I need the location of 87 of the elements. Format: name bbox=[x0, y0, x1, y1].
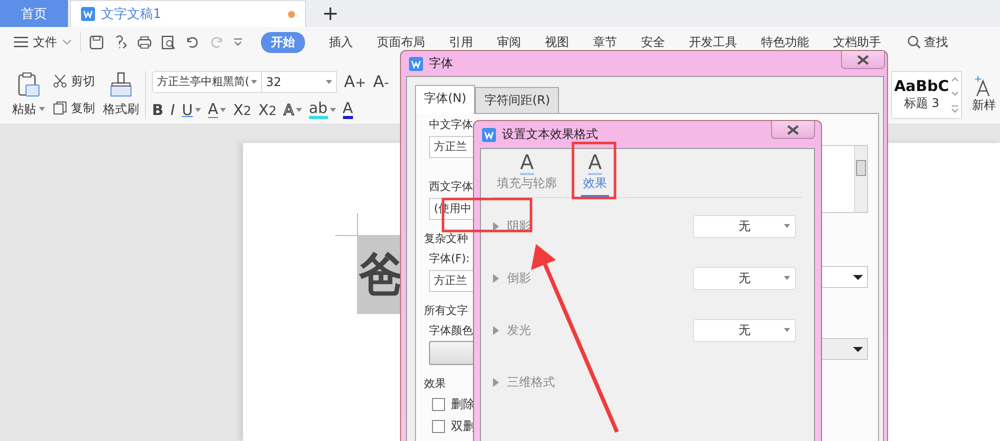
ribbon-tab[interactable]: 审阅 bbox=[497, 32, 521, 52]
copy-button[interactable]: 复制 bbox=[53, 100, 95, 116]
checkbox[interactable] bbox=[432, 398, 445, 411]
format-button[interactable]: A bbox=[342, 100, 353, 118]
close-button[interactable] bbox=[771, 121, 815, 139]
paste-button[interactable]: 粘贴 bbox=[12, 72, 45, 118]
caret-icon bbox=[39, 107, 45, 111]
preset-dropdown[interactable]: 无 bbox=[693, 318, 796, 342]
checkbox[interactable] bbox=[432, 420, 445, 433]
preset-dropdown[interactable]: 无 bbox=[693, 266, 796, 290]
writer-logo-icon bbox=[409, 56, 423, 70]
caret-icon bbox=[784, 224, 790, 228]
margin-corner-mark bbox=[335, 213, 358, 236]
ribbon-tab[interactable]: 安全 bbox=[641, 32, 665, 52]
close-icon bbox=[857, 54, 869, 64]
dropdown[interactable] bbox=[820, 266, 868, 288]
caret-icon bbox=[194, 108, 201, 112]
writer-logo-icon bbox=[81, 7, 95, 21]
close-icon bbox=[787, 124, 799, 134]
group-label: 所有文字 bbox=[424, 304, 468, 318]
caret-icon bbox=[784, 276, 790, 280]
ribbon-tab[interactable]: 文档助手 bbox=[833, 32, 881, 52]
expand-triangle-icon bbox=[493, 326, 499, 334]
caret-icon bbox=[296, 108, 302, 112]
field-label: 中文字体 bbox=[429, 118, 473, 132]
ribbon-tab[interactable]: 插入 bbox=[329, 32, 353, 52]
format-button[interactable]: I bbox=[170, 100, 175, 118]
caret-icon bbox=[784, 328, 790, 332]
dialog-title: 设置文本效果格式 bbox=[502, 126, 598, 143]
field-label: 字体颜色 bbox=[429, 324, 473, 338]
copy-icon bbox=[53, 101, 67, 115]
caret-icon bbox=[251, 80, 257, 84]
dialog-tab[interactable]: 字体(N) bbox=[415, 85, 476, 114]
expand-triangle-icon bbox=[493, 274, 499, 282]
field-label: 西文字体 bbox=[429, 180, 473, 194]
print-preview-icon[interactable] bbox=[161, 34, 176, 50]
save-icon[interactable] bbox=[89, 34, 104, 50]
expand-triangle-icon bbox=[493, 378, 499, 386]
dropdown[interactable] bbox=[820, 338, 868, 360]
ribbon-tab[interactable]: 引用 bbox=[449, 32, 473, 52]
caret-icon bbox=[326, 80, 332, 84]
document-tab[interactable]: 文字文稿1 bbox=[70, 0, 306, 27]
close-button[interactable] bbox=[841, 51, 885, 69]
caret-icon bbox=[220, 108, 226, 112]
caret-icon bbox=[330, 108, 336, 112]
format-button[interactable]: B bbox=[152, 100, 164, 118]
ribbon-tab[interactable]: 开发工具 bbox=[689, 32, 737, 52]
ribbon-tab[interactable]: 页面布局 bbox=[377, 32, 425, 52]
format-button[interactable]: A bbox=[208, 102, 226, 118]
preset-dropdown[interactable]: 无 bbox=[693, 214, 796, 238]
field-label: 字体(F): bbox=[429, 252, 470, 266]
customize-icon[interactable] bbox=[233, 37, 243, 47]
format-painter-button[interactable]: 格式刷 bbox=[103, 72, 139, 118]
search-icon bbox=[907, 35, 921, 49]
group-label: 效果 bbox=[424, 377, 446, 391]
writer-logo-icon bbox=[482, 128, 496, 142]
print-icon[interactable] bbox=[137, 34, 152, 50]
effect-tab[interactable]: A 填充与轮廓 bbox=[495, 149, 559, 197]
style-gallery[interactable]: AaBbC 标题 3 bbox=[891, 70, 962, 118]
format-button[interactable]: A bbox=[284, 100, 302, 118]
undo-icon[interactable] bbox=[185, 34, 200, 50]
font-size-dropdown[interactable]: 32 bbox=[262, 70, 337, 92]
ribbon-tab[interactable]: 视图 bbox=[545, 32, 569, 52]
format-button[interactable]: ab bbox=[308, 100, 336, 118]
effect-tab[interactable]: A 效果 bbox=[581, 149, 609, 197]
paint-brush-icon bbox=[108, 72, 134, 98]
scroll-arrows-icon bbox=[951, 74, 959, 114]
new-tab-button[interactable]: + bbox=[322, 0, 339, 27]
expand-triangle-icon bbox=[493, 222, 499, 230]
search-button[interactable]: 查找 bbox=[907, 34, 948, 50]
dialog-tab[interactable]: 字符间距(R) bbox=[475, 87, 560, 113]
dialog-title: 字体 bbox=[429, 55, 453, 72]
highlight-box bbox=[572, 142, 616, 200]
menu-icon bbox=[14, 36, 28, 48]
file-menu[interactable]: 文件 bbox=[0, 32, 81, 52]
unsaved-dot bbox=[288, 10, 295, 18]
scrollbar[interactable] bbox=[854, 146, 867, 212]
new-style-button[interactable]: 新样 bbox=[972, 75, 996, 114]
group-label: 复杂文种 bbox=[424, 232, 468, 246]
cut-button[interactable]: 剪切 bbox=[53, 72, 95, 90]
scissors-icon bbox=[53, 74, 67, 88]
clipboard-icon bbox=[16, 72, 40, 98]
ribbon-tab[interactable]: 特色功能 bbox=[761, 32, 809, 52]
format-button[interactable]: U bbox=[182, 100, 201, 118]
font-name-dropdown[interactable]: 方正兰亭中粗黑简( bbox=[152, 70, 262, 92]
chevron-down-icon bbox=[62, 39, 72, 45]
ribbon-tab[interactable]: 章节 bbox=[593, 32, 617, 52]
